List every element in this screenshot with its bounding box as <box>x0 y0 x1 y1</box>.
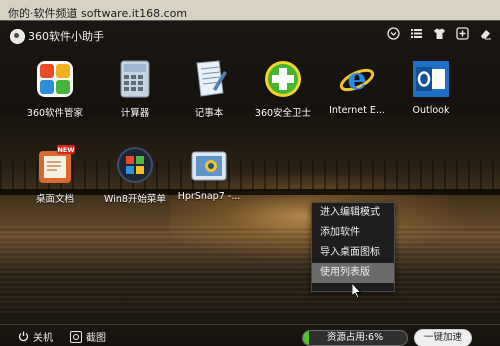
resource-usage-meter: 资源占用:6% <box>302 330 408 346</box>
app-label: HprSnap7 -... <box>177 191 241 202</box>
context-menu: 进入编辑模式 添加软件 导入桌面图标 使用列表版 <box>311 202 395 292</box>
background-water <box>0 226 500 316</box>
mouse-cursor-icon <box>352 283 362 299</box>
360-safeguard-icon <box>263 59 303 99</box>
app-label: Outlook <box>412 105 450 116</box>
internet-explorer-icon: e <box>337 59 377 99</box>
calculator-icon <box>115 59 155 99</box>
assistant-window: 360软件小助手 360软件管家 计算器 记事本 360安全卫士 e Inter… <box>0 20 500 346</box>
chevron-down-circle-icon[interactable] <box>387 27 400 40</box>
app-logo-icon <box>10 29 25 44</box>
title-toolbar <box>387 27 492 40</box>
app-label: 360软件管家 <box>26 108 84 119</box>
software-manager-icon <box>35 59 75 99</box>
win8-start-menu-icon <box>115 145 155 185</box>
tshirt-icon[interactable] <box>433 27 446 40</box>
app-label: 360安全卫士 <box>254 108 312 119</box>
menu-item-edit-mode[interactable]: 进入编辑模式 <box>312 203 394 223</box>
menu-item-add-software[interactable]: 添加软件 <box>312 223 394 243</box>
desktop-docs-icon: NEW <box>35 145 75 185</box>
list-icon[interactable] <box>410 27 423 40</box>
menu-item-use-list-version[interactable]: 使用列表版 <box>312 263 394 283</box>
bottom-bar: 关机 截图 资源占用:6% 一键加速 <box>0 324 500 346</box>
screenshot-label: 截图 <box>86 333 106 344</box>
accelerate-button[interactable]: 一键加速 <box>414 329 472 346</box>
app-label: 计算器 <box>120 108 150 119</box>
app-tile-software-manager[interactable]: 360软件管家 <box>18 59 92 119</box>
app-tile-win8-start-menu[interactable]: Win8开始菜单 <box>98 145 172 205</box>
screenshot-button[interactable]: 截图 <box>70 329 106 344</box>
notepad-icon <box>189 59 229 99</box>
app-tile-notepad[interactable]: 记事本 <box>172 59 246 119</box>
shutdown-button[interactable]: 关机 <box>18 329 53 344</box>
add-icon[interactable] <box>456 27 469 40</box>
power-icon <box>18 331 29 342</box>
eraser-icon[interactable] <box>479 27 492 40</box>
app-tile-internet-explorer[interactable]: e Internet E... <box>320 59 394 116</box>
watermark-text: 你的·软件频道 software.it168.com <box>8 7 188 20</box>
new-badge: NEW <box>57 146 74 154</box>
app-tile-calculator[interactable]: 计算器 <box>98 59 172 119</box>
hypersnap-icon <box>189 145 229 185</box>
outlook-icon <box>411 59 451 99</box>
app-tile-desktop-docs[interactable]: NEW 桌面文档 <box>18 145 92 205</box>
svg-text:e: e <box>347 62 366 97</box>
window-title: 360软件小助手 <box>28 30 104 43</box>
app-label: 桌面文档 <box>35 194 74 205</box>
app-label: Internet E... <box>329 105 385 116</box>
app-label: Win8开始菜单 <box>104 194 166 205</box>
app-tile-outlook[interactable]: Outlook <box>394 59 468 116</box>
resource-usage-label: 资源占用:6% <box>326 332 384 343</box>
shutdown-label: 关机 <box>33 333 53 344</box>
title-bar: 360软件小助手 <box>0 21 500 49</box>
app-tile-360-safeguard[interactable]: 360安全卫士 <box>246 59 320 119</box>
app-tile-hypersnap[interactable]: HprSnap7 -... <box>172 145 246 202</box>
app-label: 记事本 <box>194 108 224 119</box>
screenshot-icon <box>70 330 82 343</box>
menu-item-import-desktop-icons[interactable]: 导入桌面图标 <box>312 243 394 263</box>
